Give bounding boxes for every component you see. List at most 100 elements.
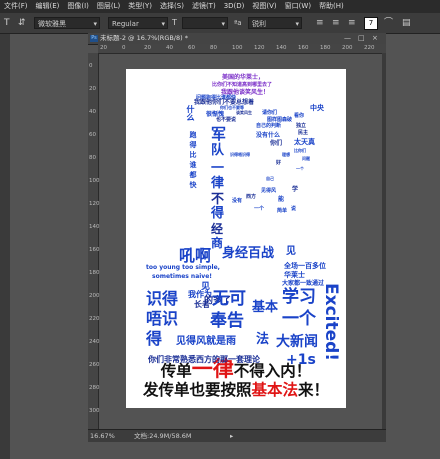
ruler-tick: 300 <box>89 408 100 414</box>
document-canvas[interactable]: 传单一律不得入内！ 发传单也要按照基本法来！ 美国的华莱士， 比你们不知道高到哪里… <box>126 69 346 408</box>
ruler-tick: 80 <box>210 45 217 51</box>
menu-window[interactable]: 窗口(W) <box>281 0 315 13</box>
menu-file[interactable]: 文件(F) <box>0 0 32 13</box>
minimize-button[interactable]: — <box>344 34 351 43</box>
align-left-icon[interactable]: ≡ <box>316 16 324 30</box>
character-panel-icon[interactable]: ▤ <box>402 16 411 30</box>
ruler-tick: 40 <box>166 45 173 51</box>
menu-filter[interactable]: 滤镜(T) <box>188 0 220 13</box>
ruler-tick: 100 <box>89 178 100 184</box>
cloud-word-big-9: 队 <box>211 143 225 158</box>
menu-3d[interactable]: 3D(D) <box>220 0 249 13</box>
cloud-word-big-41: +1s <box>286 352 316 368</box>
cloud-word-19: 问题 <box>302 156 310 161</box>
ruler-tick: 60 <box>188 45 195 51</box>
zoom-level[interactable]: 16.67% <box>90 430 115 442</box>
cloud-word-11: 自己的判断 <box>256 123 282 129</box>
cloud-word-13: 独立 <box>296 123 307 129</box>
options-bar: T ⇵ 微软雅黑 ▾ Regular ▾ T ▾ ªa 锐利 ▾ ≡ ≡ ≡ 7… <box>0 13 440 34</box>
menu-bar: 文件(F) 编辑(E) 图像(I) 图层(L) 类型(Y) 选择(S) 滤镜(T… <box>0 0 440 13</box>
ruler-tick: 100 <box>232 45 243 51</box>
ruler-tick: 60 <box>89 132 96 138</box>
menu-type[interactable]: 类型(Y) <box>124 0 156 13</box>
cloud-word-0: 美国的华莱士， <box>222 74 265 81</box>
menu-select[interactable]: 选择(S) <box>156 0 188 13</box>
antialias-select[interactable]: 锐利 ▾ <box>248 17 302 29</box>
caption-line-2: 发传单也要按照基本法来！ <box>126 382 346 399</box>
cloud-word-big-31: 无可 <box>212 289 246 309</box>
vertical-ruler: 0 20 40 60 80 100 120 140 160 180 200 22… <box>88 53 100 429</box>
ruler-tick: 180 <box>89 270 100 276</box>
menu-layer[interactable]: 图层(L) <box>93 0 124 13</box>
menu-image[interactable]: 图像(I) <box>63 0 93 13</box>
font-style-select[interactable]: Regular ▾ <box>108 17 168 29</box>
close-button[interactable]: × <box>372 34 378 43</box>
font-family-select[interactable]: 微软雅黑 ▾ <box>34 17 100 29</box>
cloud-word-big-3: 比 <box>189 151 197 158</box>
cloud-word-16: 没有什么 <box>256 132 281 139</box>
cloud-word-big-4: 谁 <box>189 161 197 168</box>
ruler-tick: 160 <box>298 45 309 51</box>
cloud-word-big-0: 什么 <box>186 105 195 121</box>
cloud-word-big-8: 军 <box>211 125 227 143</box>
cloud-word-big-39: 见得风就是雨 <box>176 336 236 347</box>
font-size-icon: T <box>172 18 177 27</box>
cloud-word-big-18: 见 <box>286 246 296 257</box>
cloud-word-big-29: 见 <box>201 282 211 292</box>
cloud-word-big-37: 大新闻 <box>276 334 318 350</box>
cloud-word-big-19: too young too simple, <box>146 264 220 271</box>
caption-text: 传单 <box>160 362 192 380</box>
status-arrow-icon[interactable]: ▸ <box>230 430 233 442</box>
font-family-value: 微软雅黑 <box>38 20 66 28</box>
cloud-word-12: 看你 <box>294 113 305 119</box>
cloud-word-big-1: 跑 <box>189 131 197 138</box>
cloud-word-23: 自己 <box>266 176 274 181</box>
cloud-word-big-40: 你们非常熟悉西方的那一套理论 <box>148 355 260 364</box>
ruler-tick: 120 <box>89 201 100 207</box>
font-size-input[interactable]: ▾ <box>182 17 228 29</box>
cloud-word-big-20: sometimes naive! <box>152 273 213 280</box>
ruler-tick: 0 <box>89 63 93 69</box>
warp-text-icon[interactable]: ⌒ <box>384 16 393 30</box>
document-title: 未标题-2 @ 16.7%(RGB/8) * <box>100 34 188 42</box>
cloud-word-big-26: 得 <box>146 329 163 348</box>
cloud-word-9: 请你们 <box>262 110 278 116</box>
menu-edit[interactable]: 编辑(E) <box>32 0 64 13</box>
ruler-tick: 140 <box>276 45 287 51</box>
cloud-word-big-7: 中央 <box>310 104 324 112</box>
chevron-down-icon: ▾ <box>295 20 299 28</box>
font-style-value: Regular <box>112 20 139 28</box>
cloud-word-8: 也不要说 <box>216 117 237 123</box>
text-color-swatch[interactable]: 7 <box>364 17 378 30</box>
ruler-tick: 280 <box>89 385 100 391</box>
cloud-word-big-17: 身经百战 <box>222 246 275 261</box>
vertical-scrollbar[interactable] <box>382 53 386 429</box>
ruler-tick: 80 <box>89 155 96 161</box>
align-right-icon[interactable]: ≡ <box>348 16 356 30</box>
horizontal-ruler: 20 0 20 40 60 80 100 120 140 160 180 200… <box>98 44 386 54</box>
cloud-word-18: 比你们 <box>294 148 306 153</box>
cloud-word-big-6: 快 <box>189 181 197 188</box>
type-tool-icon[interactable]: T <box>4 16 10 30</box>
cloud-word-big-13: 得 <box>211 206 225 221</box>
orientation-toggle-icon[interactable]: ⇵ <box>18 16 26 30</box>
ruler-tick: 180 <box>320 45 331 51</box>
cloud-word-big-24: 识得 <box>146 289 179 308</box>
ruler-tick: 0 <box>122 45 126 51</box>
cloud-word-big-36: 一个 <box>282 309 316 329</box>
menu-view[interactable]: 视图(V) <box>248 0 280 13</box>
tools-panel <box>0 34 10 459</box>
cloud-word-26: 能 <box>278 196 285 203</box>
align-center-icon[interactable]: ≡ <box>332 16 340 30</box>
ruler-tick: 260 <box>89 362 100 368</box>
antialias-value: 锐利 <box>252 20 266 28</box>
cloud-word-big-10: 一 <box>211 161 225 176</box>
antialias-label: ªa <box>234 19 242 27</box>
cloud-word-22: 一个 <box>296 166 304 171</box>
menu-help[interactable]: 帮助(H) <box>315 0 348 13</box>
ruler-tick: 140 <box>89 224 100 230</box>
cloud-word-big-25: 唔识 <box>146 309 179 328</box>
cloud-word-30: 一个 <box>254 206 265 212</box>
cloud-word-big-34: 法 <box>256 332 270 347</box>
restore-button[interactable]: □ <box>358 34 365 43</box>
